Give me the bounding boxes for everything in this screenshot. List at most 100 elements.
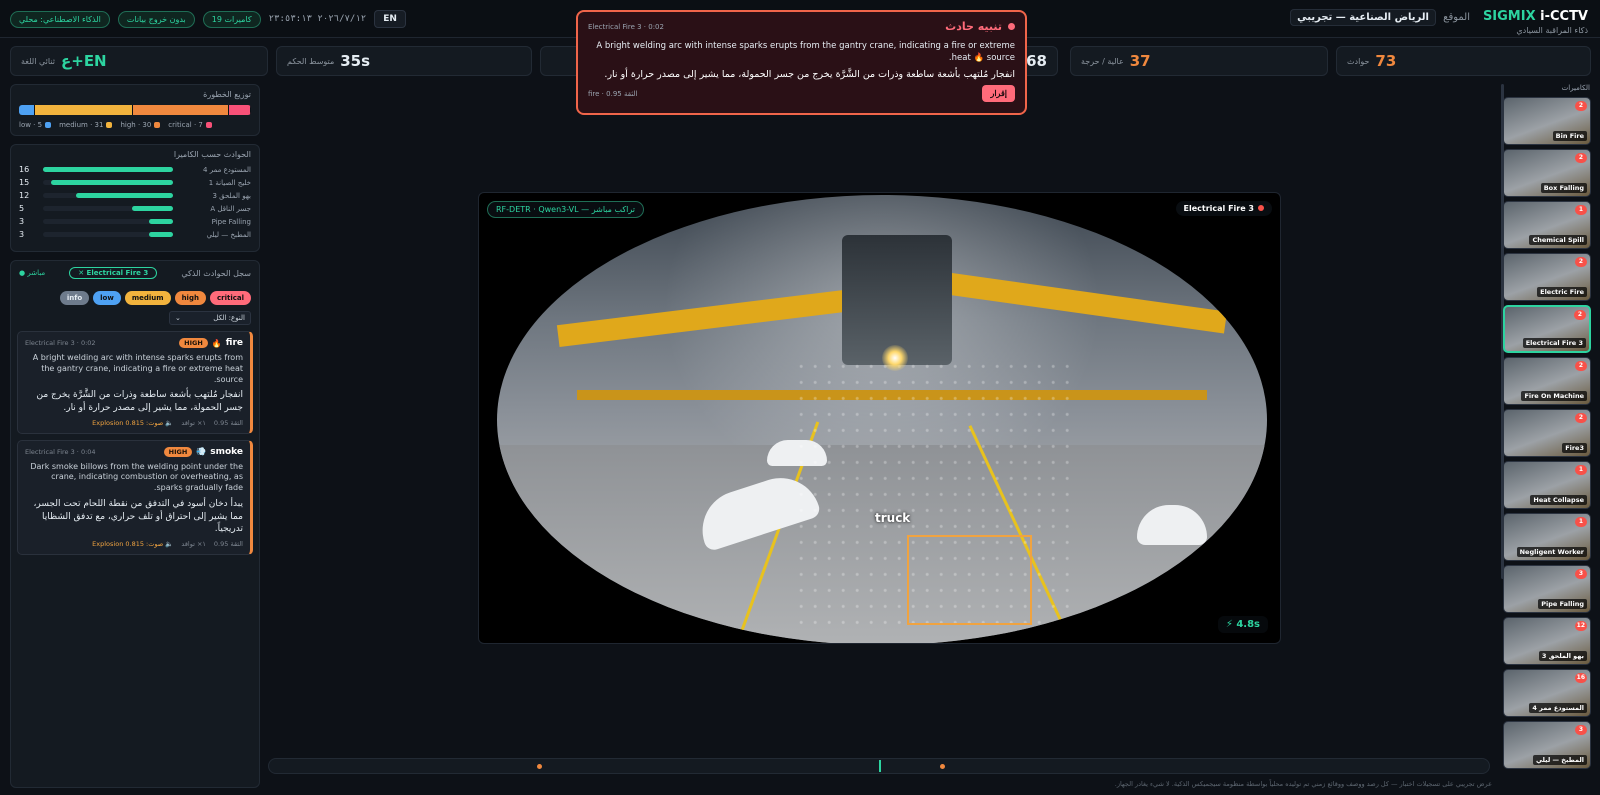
kpi-label: عالية / حرجة <box>1081 56 1124 66</box>
camera-thumbnail[interactable]: 2 Box Falling <box>1503 149 1591 197</box>
camera-incident-count: 12 <box>1574 621 1587 631</box>
camera-bar-row[interactable]: جسر الناقل A 5 <box>19 202 251 215</box>
camera-thumbnail[interactable]: 3 المطبخ — ليلي <box>1503 721 1591 769</box>
camera-bar-row[interactable]: المستودع ممر 4 16 <box>19 163 251 176</box>
event-card[interactable]: smoke 💨 HIGH Electrical Fire 3 · 0:04 Dark s… <box>17 439 253 555</box>
event-card[interactable]: fire 🔥 HIGH Electrical Fire 3 · 0:02 A brigh… <box>17 331 253 434</box>
severity-pill-critical[interactable]: critical <box>209 291 251 305</box>
legend-swatch <box>106 122 113 128</box>
event-frames: ١× تواقد <box>181 418 206 427</box>
camera-label: Electric Fire <box>1537 287 1587 297</box>
legend-low: low · 5 <box>19 121 52 129</box>
camera-bar-track <box>43 193 173 198</box>
camera-thumbnail[interactable]: 1 Chemical Spill <box>1503 201 1591 249</box>
chip-ai-local: الذكاء الاصطناعي: محلي <box>10 10 110 28</box>
camera-thumbnail[interactable]: 2 Fire On Machine <box>1503 357 1591 405</box>
camera-bar-row[interactable]: المطبخ — ليلي 3 <box>19 228 251 241</box>
camera-thumbnail[interactable]: 16 المستودع ممر 4 <box>1503 669 1591 717</box>
severity-pill-info[interactable]: info <box>59 291 90 305</box>
camera-thumbnail[interactable]: 12 بهو الملحق 3 <box>1503 617 1591 665</box>
camera-incident-count: 2 <box>1575 101 1587 111</box>
kpi-label: حوادث <box>1347 56 1370 66</box>
alert-confidence: الثقة 0.95 · fire <box>588 89 638 98</box>
camera-label: Heat Collapse <box>1530 495 1587 505</box>
incidents-by-camera-panel: الحوادث حسب الكاميرا المستودع ممر 4 16 خلي… <box>10 144 260 252</box>
alert-footer: إقرار الثقة 0.95 · fire <box>588 85 1015 103</box>
severity-segment-critical <box>228 105 251 115</box>
timeline-event-marker[interactable] <box>537 764 543 769</box>
event-type-icon: 🔥 <box>211 338 222 348</box>
brand-accent: SIGMIX <box>1482 9 1536 24</box>
type-filter-select[interactable]: النوع: الكل ⌄ <box>169 311 251 325</box>
language-toggle-button[interactable]: EN <box>374 10 406 28</box>
camera-incident-count: 1 <box>1575 205 1587 215</box>
camera-bar-count: 3 <box>19 230 25 239</box>
camera-thumbnail[interactable]: 1 Negligent Worker <box>1503 513 1591 561</box>
camera-label: Fire On Machine <box>1521 391 1587 401</box>
timeline-scrubber[interactable] <box>268 758 1490 774</box>
camera-thumbnail[interactable]: 2 Fire3 <box>1503 409 1591 457</box>
kpi-value: 73 <box>1375 52 1397 70</box>
camera-bar-row[interactable]: Pipe Falling 3 <box>19 215 251 228</box>
kpi-value: 37 <box>1129 52 1151 70</box>
severity-bar <box>19 105 251 115</box>
site-value[interactable]: الرياض الصناعية — تجريبي <box>1290 9 1436 26</box>
camera-bar-label: خليج الصيانة 1 <box>208 178 251 187</box>
timeline-event-marker[interactable] <box>940 764 945 769</box>
kpi-incidents: 73 حوادث <box>1336 46 1591 76</box>
live-video-stage[interactable]: truck RF-DETR · Qwen3-VL — تراكب مباشر E… <box>478 192 1281 644</box>
gantry-crane-beam <box>556 284 888 348</box>
camera-label: Box Falling <box>1540 183 1587 193</box>
camera-label: بهو الملحق 3 <box>1538 651 1587 661</box>
camera-bar-row[interactable]: خليج الصيانة 1 15 <box>19 176 251 189</box>
camera-thumbnail[interactable]: 2 Bin Fire <box>1503 97 1591 145</box>
camera-incident-count: 2 <box>1574 310 1586 320</box>
legend-text: critical · 7 <box>168 121 203 129</box>
recording-dot-icon <box>1258 205 1264 211</box>
chip-no-egress: بدون خروج بيانات <box>117 10 195 28</box>
acknowledge-button[interactable]: إقرار <box>982 85 1015 103</box>
kpi-value: 68 <box>1026 52 1047 70</box>
pipeline-tag: RF-DETR · Qwen3-VL — تراكب مباشر <box>487 201 645 218</box>
welding-spark-source <box>882 345 908 371</box>
camera-thumbnail[interactable]: 2 Electrical Fire 3 <box>1503 305 1591 353</box>
camera-bar-row[interactable]: بهو الملحق 3 12 <box>19 189 251 202</box>
footer-disclaimer: عرض تجريبي على تسجيلات اختبار — كل رصد و… <box>1114 780 1492 788</box>
event-confidence: الثقة 0.95 <box>213 418 243 427</box>
camera-label: Negligent Worker <box>1516 547 1587 557</box>
event-sound: 🔈 صوت: Explosion 0.815 <box>92 539 174 548</box>
timeline-playhead[interactable] <box>879 760 881 772</box>
event-header: smoke 💨 HIGH Electrical Fire 3 · 0:04 <box>25 446 243 457</box>
legend-swatch <box>45 122 52 128</box>
legend-text: medium · 31 <box>59 121 104 129</box>
severity-pill-low[interactable]: low <box>93 291 121 305</box>
camera-bar-fill <box>132 206 173 211</box>
camera-bar-fill <box>148 232 173 237</box>
camera-bar-label: جسر الناقل A <box>210 204 251 213</box>
brand-title: SIGMIX i-CCTV <box>1483 9 1588 24</box>
camera-filter-chip[interactable]: ✕ Electrical Fire 3 <box>69 267 158 279</box>
camera-thumbnail[interactable]: 2 Electric Fire <box>1503 253 1591 301</box>
camera-label: Pipe Falling <box>1538 599 1587 609</box>
camera-bar-track <box>43 180 173 185</box>
live-indicator: ● مباشر <box>19 269 46 277</box>
event-sound: 🔈 صوت: Explosion 0.815 <box>92 418 174 427</box>
event-type-icon: 💨 <box>196 447 207 457</box>
severity-pill-high[interactable]: high <box>174 291 206 305</box>
severity-pill-medium[interactable]: medium <box>124 291 171 305</box>
gantry-crane-beam <box>916 268 1228 334</box>
clock: ٢٠٢٦/٧/١٢ ٢٣:٥٣:١٣ <box>268 14 367 24</box>
event-list: fire 🔥 HIGH Electrical Fire 3 · 0:02 A brigh… <box>11 331 259 555</box>
camera-thumbnail[interactable]: 1 Heat Collapse <box>1503 461 1591 509</box>
camera-name-tag: Electrical Fire 3 <box>1175 201 1272 216</box>
alert-title: تنبيه حادث <box>945 20 1002 33</box>
camera-incident-count: 16 <box>1574 673 1587 683</box>
site-selector[interactable]: الموقع الرياض الصناعية — تجريبي <box>1290 9 1470 26</box>
camera-incident-count: 2 <box>1575 361 1587 371</box>
legend-text: low · 5 <box>19 121 43 129</box>
camera-name: Electrical Fire 3 <box>1183 204 1254 213</box>
severity-filter-pills: info low medium high critical <box>19 291 251 305</box>
event-text-ar: انفجار مُلتهب بأشعة ساطعة وذرات من الشَّ… <box>36 390 243 413</box>
camera-thumbnail[interactable]: 3 Pipe Falling <box>1503 565 1591 613</box>
camera-bar-count: 16 <box>19 165 30 174</box>
